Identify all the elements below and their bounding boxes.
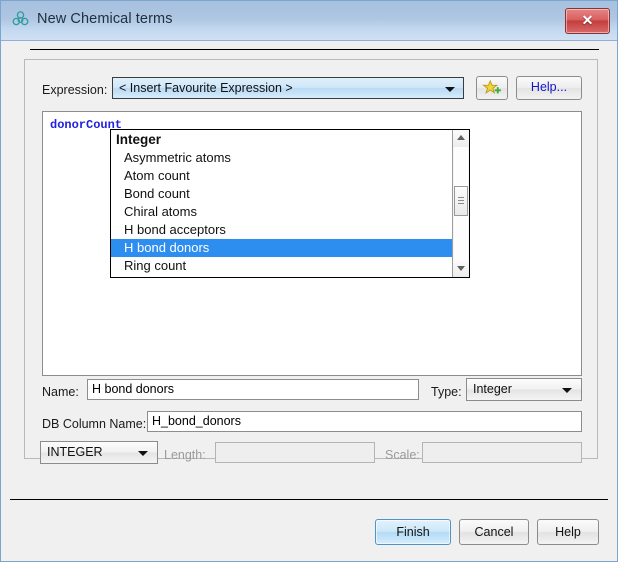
dropdown-item[interactable]: Chiral atoms bbox=[111, 203, 452, 221]
scrollbar-track-upper[interactable] bbox=[454, 147, 468, 186]
cancel-button[interactable]: Cancel bbox=[459, 519, 529, 545]
expression-dropdown-list: Integer Asymmetric atoms Atom count Bond co… bbox=[111, 130, 452, 277]
chevron-down-icon bbox=[138, 451, 148, 456]
sql-type-combo-value: INTEGER bbox=[47, 445, 103, 459]
scrollbar-thumb[interactable] bbox=[454, 186, 468, 216]
type-combo[interactable]: Integer bbox=[466, 378, 582, 401]
db-column-label: DB Column Name: bbox=[42, 417, 147, 431]
cancel-button-label: Cancel bbox=[474, 525, 514, 539]
dropdown-group-header: Integer bbox=[116, 132, 162, 147]
dropdown-item[interactable]: H bond acceptors bbox=[111, 221, 452, 239]
star-plus-icon bbox=[482, 80, 501, 94]
scale-input bbox=[422, 442, 582, 463]
expression-combo[interactable]: < Insert Favourite Expression > bbox=[112, 77, 464, 99]
finish-button-label: Finish bbox=[396, 525, 430, 539]
chevron-down-icon bbox=[445, 87, 455, 92]
new-chemical-terms-dialog: New Chemical terms ✕ Expression: < Inser… bbox=[0, 0, 618, 562]
db-column-input[interactable]: H_bond_donors bbox=[147, 411, 582, 432]
scrollbar-track-lower[interactable] bbox=[454, 216, 468, 260]
dropdown-item[interactable]: Bond count bbox=[111, 185, 452, 203]
dropdown-item[interactable]: Ring count bbox=[111, 257, 452, 275]
type-label: Type: bbox=[431, 385, 462, 399]
sql-type-combo[interactable]: INTEGER bbox=[40, 441, 158, 464]
name-input[interactable]: H bond donors bbox=[87, 379, 419, 400]
expression-help-button[interactable]: Help... bbox=[516, 76, 582, 100]
footer-divider bbox=[10, 499, 608, 500]
grip-icon bbox=[458, 197, 464, 198]
name-input-value: H bond donors bbox=[92, 382, 175, 396]
scroll-up-button[interactable] bbox=[453, 130, 469, 147]
chevron-down-icon bbox=[562, 388, 572, 393]
triangle-down-icon bbox=[457, 266, 465, 271]
window-title: New Chemical terms bbox=[37, 11, 173, 27]
top-divider bbox=[30, 49, 599, 50]
dropdown-item[interactable]: H bond donors bbox=[111, 239, 452, 257]
close-icon[interactable]: ✕ bbox=[565, 8, 610, 34]
expression-label: Expression: bbox=[42, 83, 108, 97]
length-label: Length: bbox=[164, 448, 206, 462]
help-button[interactable]: Help bbox=[537, 519, 599, 545]
name-label: Name: bbox=[42, 385, 79, 399]
help-button-label: Help bbox=[555, 525, 581, 539]
expression-combo-value: < Insert Favourite Expression > bbox=[119, 81, 293, 95]
close-glyph: ✕ bbox=[581, 12, 594, 28]
db-column-input-value: H_bond_donors bbox=[152, 414, 241, 428]
length-input bbox=[215, 442, 375, 463]
dropdown-item[interactable]: Atom count bbox=[111, 167, 452, 185]
title-bar: New Chemical terms ✕ bbox=[1, 1, 617, 41]
scale-label: Scale: bbox=[385, 448, 420, 462]
expression-dropdown-popup: Integer Asymmetric atoms Atom count Bond co… bbox=[110, 129, 470, 278]
expression-help-label: Help... bbox=[530, 80, 568, 94]
dropdown-scrollbar[interactable] bbox=[452, 130, 469, 277]
scroll-down-button[interactable] bbox=[453, 260, 469, 277]
finish-button[interactable]: Finish bbox=[375, 519, 451, 545]
type-combo-value: Integer bbox=[473, 382, 512, 396]
add-favourite-button[interactable] bbox=[476, 76, 508, 100]
dialog-body: Expression: < Insert Favourite Expressio… bbox=[2, 41, 616, 560]
molecule-icon bbox=[12, 11, 29, 26]
dropdown-item[interactable]: Asymmetric atoms bbox=[111, 149, 452, 167]
triangle-up-icon bbox=[457, 135, 465, 140]
